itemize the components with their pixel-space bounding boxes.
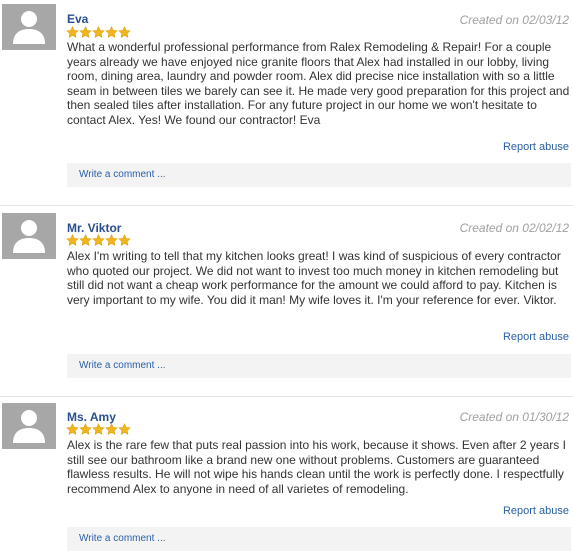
star-icon [105,234,118,246]
star-icon [79,26,92,38]
star-icon [66,234,79,246]
star-icon [92,423,105,435]
star-icon [92,26,105,38]
star-icon [118,423,131,435]
report-abuse-link[interactable]: Report abuse [503,141,569,154]
review-text: Alex I'm writing to tell that my kitchen… [67,249,561,307]
review-date: Created on 02/03/12 [459,13,569,27]
comment-box[interactable]: Write a comment ... [67,527,571,551]
write-comment-link[interactable]: Write a comment ... [79,169,166,181]
star-icon [105,26,118,38]
user-silhouette-icon [13,220,45,253]
star-icon [92,234,105,246]
star-icon [66,26,79,38]
star-icon [79,234,92,246]
reviewer-name[interactable]: Mr. Viktor [67,221,121,235]
comment-box[interactable]: Write a comment ... [67,354,571,378]
write-comment-link[interactable]: Write a comment ... [79,360,166,372]
star-icon [105,423,118,435]
rating-stars [66,26,131,39]
reviewer-name[interactable]: Eva [67,12,88,26]
report-abuse-link[interactable]: Report abuse [503,331,569,344]
user-silhouette-icon [13,410,45,443]
star-icon [118,26,131,38]
rating-stars [66,423,131,436]
review-date: Created on 02/02/12 [459,221,569,235]
star-icon [79,423,92,435]
star-icon [66,423,79,435]
review-date: Created on 01/30/12 [459,410,569,424]
review-divider [0,396,573,397]
avatar [2,213,56,259]
avatar [2,4,56,50]
review-text: What a wonderful professional performanc… [67,40,570,127]
star-icon [118,234,131,246]
comment-box[interactable]: Write a comment ... [67,163,571,187]
user-silhouette-icon [13,11,45,44]
avatar [2,403,56,449]
reviewer-name[interactable]: Ms. Amy [67,410,116,424]
review-text: Alex is the rare few that puts real pass… [67,438,566,496]
review-divider [0,205,573,206]
write-comment-link[interactable]: Write a comment ... [79,533,166,545]
rating-stars [66,234,131,247]
report-abuse-link[interactable]: Report abuse [503,505,569,518]
